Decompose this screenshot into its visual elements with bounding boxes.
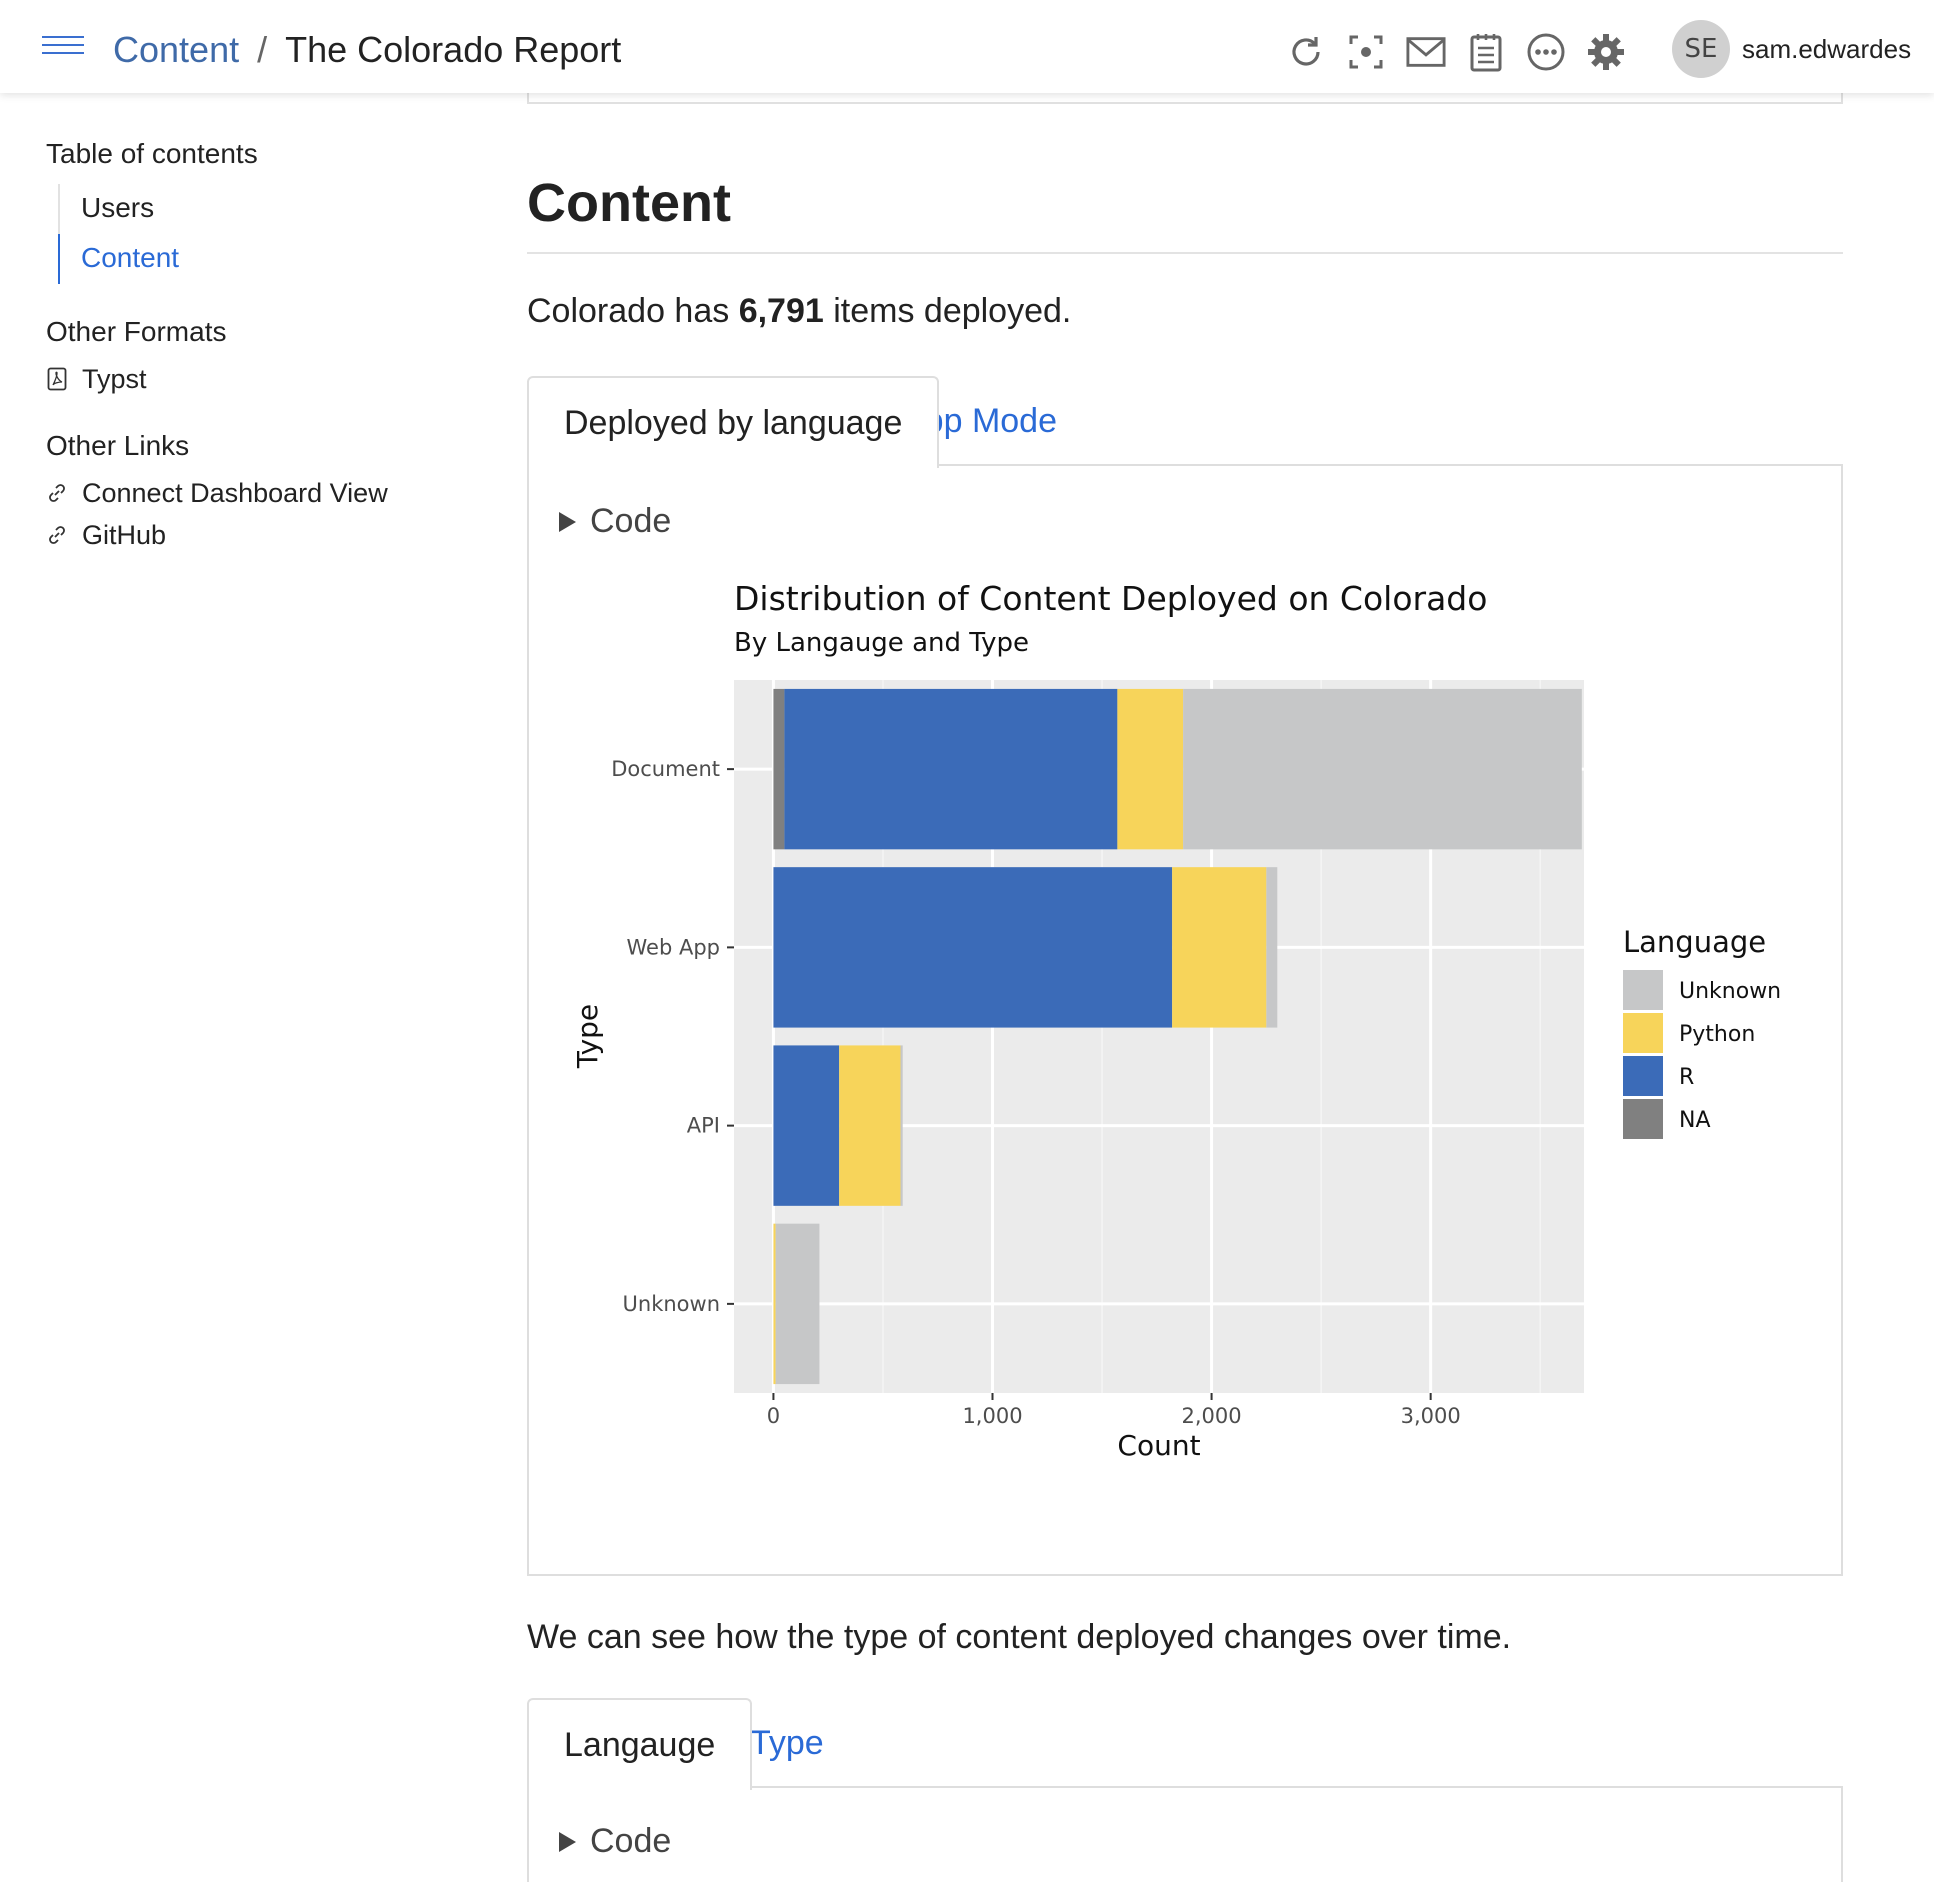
bar-document-r <box>784 688 1118 850</box>
toc-item-users[interactable]: Users <box>60 184 486 234</box>
format-typst-label: Typst <box>82 363 147 394</box>
breadcrumb: Content / The Colorado Report <box>113 28 621 72</box>
section-title: Content <box>527 173 731 233</box>
toc-heading: Table of contents <box>46 138 258 169</box>
bar-web-app-unknown <box>1266 867 1278 1028</box>
top-bar: Content / The Colorado Report SE sam.edwar… <box>0 0 1934 93</box>
link-icon <box>46 480 68 506</box>
x-tick-label: 3,000 <box>1401 1404 1461 1428</box>
legend-label-r: R <box>1679 1065 1694 1090</box>
breadcrumb-current: The Colorado Report <box>285 29 622 70</box>
code-toggle-label: Code <box>590 1822 672 1860</box>
toc-list: Users Content <box>58 184 486 284</box>
legend-swatch-na <box>1623 1099 1663 1139</box>
summary-prefix: Colorado has <box>527 292 739 330</box>
y-axis-label: Type <box>571 1004 604 1069</box>
deployment-chart: Distribution of Content Deployed on Colo… <box>571 579 1781 1462</box>
tab-panel-over-time: Code <box>527 1788 1843 1882</box>
other-formats-heading: Other Formats <box>46 316 227 347</box>
bar-document-unknown <box>1183 688 1582 850</box>
bar-document-python <box>1117 688 1184 850</box>
bar-web-app-python <box>1172 867 1267 1028</box>
over-time-text: We can see how the type of content deplo… <box>527 1618 1512 1656</box>
sidebar: Table of contents Users Content Other Fo… <box>46 138 486 586</box>
link-icon <box>46 522 68 548</box>
notes-icon[interactable] <box>1466 32 1506 72</box>
legend-swatch-r <box>1623 1056 1663 1096</box>
tab-deployed-by-language[interactable]: Deployed by language <box>527 376 940 468</box>
y-tick-label: Web App <box>627 935 721 959</box>
code-toggle-label: Code <box>590 502 672 540</box>
legend-swatch-unknown <box>1623 970 1663 1010</box>
username[interactable]: sam.edwardes <box>1742 34 1911 65</box>
bar-document-na <box>773 688 785 850</box>
mail-icon[interactable] <box>1406 32 1446 72</box>
bar-api-python <box>839 1045 901 1206</box>
chart-subtitle: By Langauge and Type <box>734 628 1029 658</box>
code-toggle[interactable]: Code <box>559 502 671 541</box>
legend-label-python: Python <box>1679 1022 1755 1047</box>
tab-panel-language: Code Distribution of Content Deployed on… <box>527 466 1843 1576</box>
x-tick-label: 1,000 <box>962 1404 1022 1428</box>
legend-title: Language <box>1623 925 1766 959</box>
title-divider <box>527 252 1843 254</box>
bar-unknown-unknown <box>775 1223 820 1385</box>
menu-icon[interactable] <box>42 36 84 58</box>
tabset-language: Deployed by language App Mode <box>527 376 1843 468</box>
tab-langauge[interactable]: Langauge <box>527 1698 753 1790</box>
legend-label-na: NA <box>1679 1108 1711 1133</box>
expand-triangle-icon <box>559 1831 576 1852</box>
toolbar-icons <box>1286 30 1626 74</box>
bar-unknown-python <box>773 1223 776 1385</box>
connect-dashboard-link[interactable]: Connect Dashboard View <box>46 476 486 510</box>
legend-label-unknown: Unknown <box>1679 979 1781 1004</box>
code-toggle[interactable]: Code <box>559 1822 671 1861</box>
expand-triangle-icon <box>559 511 576 532</box>
legend: Unknown Python R NA <box>1623 970 1781 1139</box>
chart-title: Distribution of Content Deployed on Colo… <box>734 579 1487 618</box>
github-label: GitHub <box>82 519 167 550</box>
x-tick-label: 0 <box>767 1404 780 1428</box>
legend-swatch-python <box>1623 1013 1663 1053</box>
toc-item-content[interactable]: Content <box>58 234 486 284</box>
summary-suffix: items deployed. <box>823 292 1072 330</box>
tabset-over-time: Langauge Type <box>527 1698 1843 1790</box>
y-tick-label: Document <box>611 757 720 781</box>
gear-icon[interactable] <box>1586 32 1626 72</box>
y-tick-label: Unknown <box>623 1292 720 1316</box>
x-tick-label: 2,000 <box>1182 1404 1242 1428</box>
x-axis: 0 1,000 2,000 3,000 <box>767 1393 1461 1428</box>
format-typst-link[interactable]: Typst <box>46 362 486 396</box>
connect-dashboard-label: Connect Dashboard View <box>82 477 388 508</box>
x-axis-label: Count <box>1117 1429 1200 1462</box>
avatar[interactable]: SE <box>1672 20 1730 78</box>
y-tick-label: API <box>687 1114 720 1138</box>
breadcrumb-content-link[interactable]: Content <box>113 29 239 70</box>
refresh-icon[interactable] <box>1286 32 1326 72</box>
summary-count: 6,791 <box>738 292 824 330</box>
bar-api-r <box>773 1045 840 1206</box>
focus-icon[interactable] <box>1346 32 1386 72</box>
pdf-file-icon <box>46 366 68 392</box>
y-axis: Document Web App API Unknown <box>611 757 734 1316</box>
breadcrumb-separator: / <box>257 29 268 70</box>
github-link[interactable]: GitHub <box>46 518 486 552</box>
other-links-heading: Other Links <box>46 430 190 461</box>
summary-text: Colorado has 6,791 items deployed. <box>527 292 1071 331</box>
more-icon[interactable] <box>1526 32 1566 72</box>
bar-web-app-r <box>773 867 1173 1028</box>
bar-api-unknown <box>900 1045 903 1206</box>
